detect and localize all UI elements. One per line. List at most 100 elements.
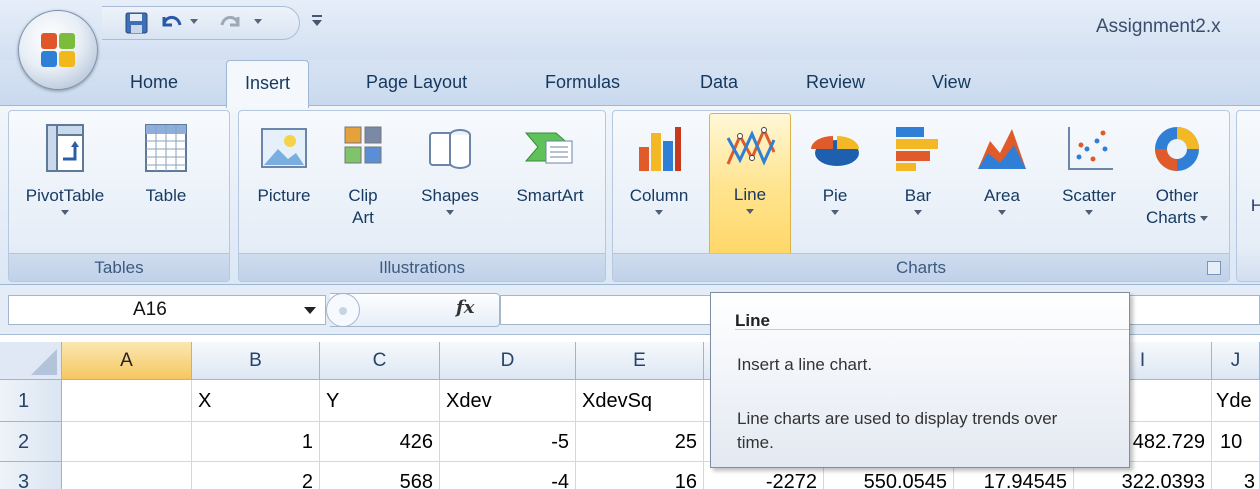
insert-function-icon[interactable]: fx	[456, 297, 474, 318]
cell[interactable]: Xdev	[440, 380, 576, 422]
partial-button[interactable]: H	[1247, 195, 1260, 217]
picture-button[interactable]: Picture	[243, 115, 325, 207]
tab-view[interactable]: View	[932, 72, 971, 93]
select-all-corner[interactable]	[0, 342, 62, 380]
undo-dropdown-icon[interactable]	[190, 19, 198, 24]
group-tables: PivotTable Table Tables	[8, 110, 230, 282]
column-header[interactable]: C	[320, 342, 440, 380]
ribbon-tabs: Home Insert Page Layout Formulas Data Re…	[0, 60, 1260, 108]
office-button[interactable]	[18, 10, 98, 90]
redo-icon[interactable]	[218, 11, 244, 35]
group-label-illustrations: Illustrations	[239, 253, 605, 281]
picture-icon	[256, 119, 312, 179]
undo-icon[interactable]	[158, 11, 184, 35]
pivottable-icon	[37, 119, 93, 179]
cell[interactable]	[62, 380, 192, 422]
bar-chart-icon	[890, 119, 946, 179]
bar-chart-button[interactable]: Bar	[879, 115, 957, 215]
column-header[interactable]: E	[576, 342, 704, 380]
group-illustrations: Picture Clip Art Shapes SmartArt Illustr…	[238, 110, 606, 282]
cell[interactable]: 25	[576, 422, 704, 462]
cell[interactable]	[62, 462, 192, 489]
bar-dropdown-icon[interactable]	[914, 210, 922, 215]
tab-insert[interactable]: Insert	[226, 60, 310, 108]
column-header[interactable]: J	[1212, 342, 1260, 380]
pie-chart-button[interactable]: Pie	[797, 115, 873, 215]
group-label-tables: Tables	[9, 253, 229, 281]
cell[interactable]: 568	[320, 462, 440, 489]
line-chart-tooltip: Line Insert a line chart. Line charts ar…	[710, 292, 1130, 468]
customize-toolbar-icon[interactable]	[310, 10, 324, 30]
cell[interactable]: XdevSq	[576, 380, 704, 422]
tooltip-description: Insert a line chart.	[737, 355, 873, 374]
tab-formulas[interactable]: Formulas	[545, 72, 620, 93]
tooltip-details: Line charts are used to display trends o…	[737, 409, 1058, 452]
cell[interactable]	[62, 422, 192, 462]
cell[interactable]: Y	[320, 380, 440, 422]
column-header[interactable]: B	[192, 342, 320, 380]
tab-review[interactable]: Review	[806, 72, 865, 93]
group-next-partial: H	[1236, 110, 1260, 282]
other-charts-dropdown-icon[interactable]	[1200, 216, 1209, 222]
column-header[interactable]: A	[62, 342, 192, 380]
cell[interactable]: 3	[1212, 462, 1260, 489]
save-icon[interactable]	[124, 11, 150, 35]
clip-art-icon	[335, 119, 391, 179]
cell[interactable]: 10	[1212, 422, 1260, 462]
smartart-icon	[522, 119, 578, 179]
scatter-chart-icon	[1061, 119, 1117, 179]
other-charts-button[interactable]: Other Charts	[1135, 115, 1219, 229]
line-chart-icon	[722, 118, 778, 178]
shapes-icon	[422, 119, 478, 179]
cell[interactable]: 2	[192, 462, 320, 489]
cell[interactable]: 426	[320, 422, 440, 462]
tab-page-layout[interactable]: Page Layout	[366, 72, 467, 93]
table-icon	[138, 119, 194, 179]
area-chart-button[interactable]: Area	[963, 115, 1041, 215]
cell[interactable]: -5	[440, 422, 576, 462]
scatter-dropdown-icon[interactable]	[1085, 210, 1093, 215]
smartart-button[interactable]: SmartArt	[501, 115, 599, 207]
area-chart-icon	[974, 119, 1030, 179]
quick-access-toolbar	[102, 6, 300, 40]
group-charts: Column Line Pie Bar Area Scatter Other C…	[612, 110, 1230, 282]
tooltip-divider	[735, 329, 1129, 330]
line-dropdown-icon[interactable]	[746, 209, 754, 214]
formula-bar-expand-icon[interactable]	[326, 293, 360, 327]
tab-home[interactable]: Home	[130, 72, 178, 93]
shapes-dropdown-icon[interactable]	[446, 210, 454, 215]
shapes-button[interactable]: Shapes	[409, 115, 491, 215]
cell[interactable]: 1	[192, 422, 320, 462]
column-chart-button[interactable]: Column	[617, 115, 701, 215]
row-header[interactable]: 1	[0, 380, 62, 422]
doughnut-chart-icon	[1149, 119, 1205, 179]
redo-dropdown-icon[interactable]	[254, 19, 262, 24]
cell[interactable]: -4	[440, 462, 576, 489]
cell[interactable]: 16	[576, 462, 704, 489]
row-header[interactable]: 2	[0, 422, 62, 462]
cell[interactable]: Yde	[1212, 380, 1260, 422]
tooltip-title: Line	[735, 311, 770, 330]
tab-data[interactable]: Data	[700, 72, 738, 93]
cell[interactable]: X	[192, 380, 320, 422]
name-box[interactable]: A16	[8, 295, 326, 325]
pivottable-button[interactable]: PivotTable	[15, 115, 115, 215]
name-box-dropdown-icon[interactable]	[304, 307, 316, 314]
office-logo-icon	[41, 33, 77, 69]
column-dropdown-icon[interactable]	[655, 210, 663, 215]
area-dropdown-icon[interactable]	[998, 210, 1006, 215]
title-bar: Assignment2.x	[0, 0, 1260, 60]
pie-dropdown-icon[interactable]	[831, 210, 839, 215]
row-header[interactable]: 3	[0, 462, 62, 489]
pivottable-dropdown-icon[interactable]	[61, 210, 69, 215]
charts-dialog-launcher[interactable]	[1207, 261, 1221, 275]
window-title: Assignment2.x	[1096, 16, 1221, 37]
pie-chart-icon	[807, 119, 863, 179]
clip-art-button[interactable]: Clip Art	[331, 115, 395, 229]
column-chart-icon	[631, 119, 687, 179]
scatter-chart-button[interactable]: Scatter	[1047, 115, 1131, 215]
ribbon: PivotTable Table Tables Picture Clip Art	[0, 105, 1260, 285]
table-button[interactable]: Table	[121, 115, 211, 207]
column-header[interactable]: D	[440, 342, 576, 380]
group-label-charts: Charts	[613, 253, 1229, 281]
